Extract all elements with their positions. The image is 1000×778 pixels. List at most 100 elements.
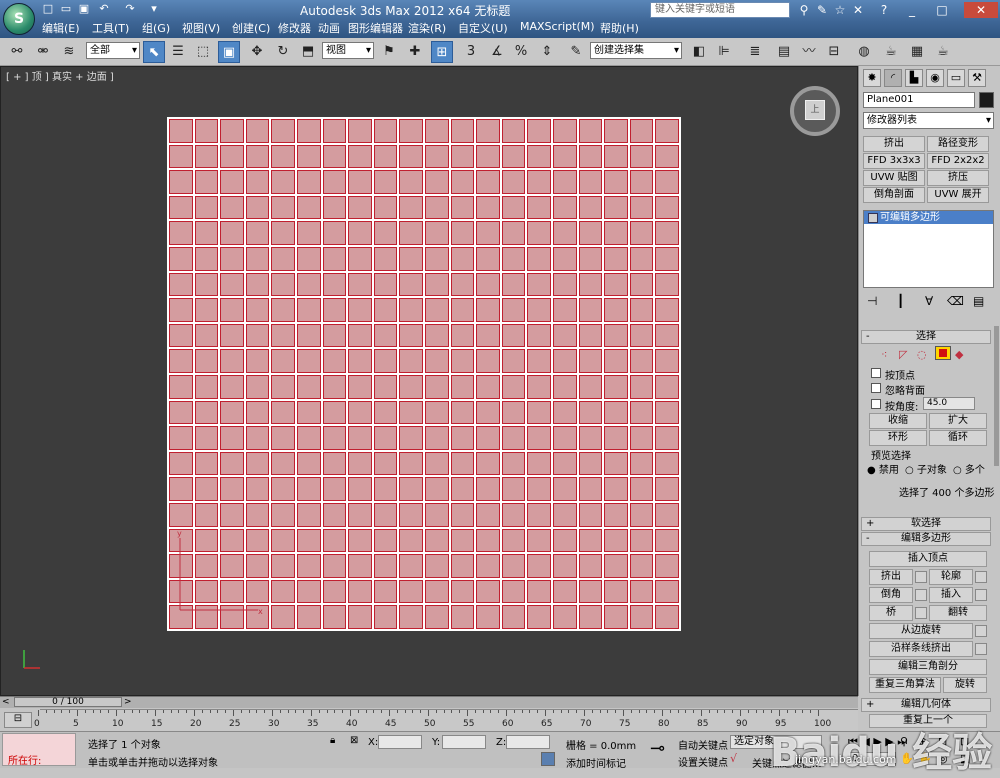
polygon-face[interactable] xyxy=(553,298,577,322)
polygon-face[interactable] xyxy=(553,144,577,169)
inset-settings-icon[interactable] xyxy=(975,589,987,601)
polygon-face[interactable] xyxy=(297,349,321,373)
polygon-face[interactable] xyxy=(297,554,321,578)
polygon-face[interactable] xyxy=(655,144,679,169)
polygon-face[interactable] xyxy=(245,503,270,527)
polygon-face[interactable] xyxy=(373,323,398,348)
polygon-face[interactable] xyxy=(629,272,654,297)
track-bar-toggle-icon[interactable]: ⊟ xyxy=(4,712,32,728)
align-icon[interactable]: ⊫ xyxy=(713,41,735,63)
polygon-face[interactable] xyxy=(501,503,526,527)
polygon-face[interactable] xyxy=(655,170,679,194)
polygon-face[interactable] xyxy=(297,272,321,297)
polygon-face[interactable] xyxy=(348,451,372,476)
polygon-face[interactable] xyxy=(194,272,219,297)
polygon-face[interactable] xyxy=(373,298,398,322)
polygon-face[interactable] xyxy=(578,349,603,373)
menu-create[interactable]: 创建(C) xyxy=(232,20,270,36)
new-file-icon[interactable]: □ xyxy=(40,2,56,16)
polygon-face[interactable] xyxy=(655,426,679,450)
polygon-face[interactable] xyxy=(373,477,398,501)
polygon-face[interactable] xyxy=(348,477,372,501)
polygon-face[interactable] xyxy=(373,554,398,578)
polygon-face[interactable] xyxy=(425,579,449,604)
polygon-face[interactable] xyxy=(476,528,500,553)
polygon-face[interactable] xyxy=(348,298,372,322)
keyboard-shortcut-toggle-icon[interactable]: ⊞ xyxy=(431,41,453,63)
polygon-face[interactable] xyxy=(245,144,270,169)
polygon-face[interactable] xyxy=(271,503,295,527)
polygon-face[interactable] xyxy=(527,272,551,297)
polygon-face[interactable] xyxy=(425,144,449,169)
retriangulate-button[interactable]: 重复三角算法 xyxy=(869,677,941,693)
polygon-face[interactable] xyxy=(527,503,551,527)
polygon-face[interactable] xyxy=(604,349,628,373)
polygon-face[interactable] xyxy=(629,195,654,220)
polygon-face[interactable] xyxy=(271,247,295,271)
polygon-face[interactable] xyxy=(297,119,321,143)
lock-selection-icon[interactable]: 🔒︎ xyxy=(330,735,335,746)
ring-button[interactable]: 环形 xyxy=(869,430,927,446)
polygon-face[interactable] xyxy=(655,323,679,348)
polygon-face[interactable] xyxy=(501,323,526,348)
polygon-face[interactable] xyxy=(322,605,347,629)
polygon-face[interactable] xyxy=(501,221,526,245)
polygon-face[interactable] xyxy=(271,477,295,501)
hierarchy-tab-icon[interactable]: ▙ xyxy=(905,69,923,87)
polygon-face[interactable] xyxy=(220,477,244,501)
polygon-face[interactable] xyxy=(425,375,449,399)
z-coord-field[interactable] xyxy=(506,735,550,749)
polygon-face[interactable] xyxy=(553,400,577,425)
polygon-face[interactable] xyxy=(553,605,577,629)
modifier-button-unwrap-uvw[interactable]: UVW 展开 xyxy=(927,187,989,203)
polygon-face[interactable] xyxy=(476,221,500,245)
polygon-face[interactable] xyxy=(527,579,551,604)
object-color-swatch[interactable] xyxy=(979,92,994,108)
polygon-face[interactable] xyxy=(450,144,475,169)
polygon-face[interactable] xyxy=(501,119,526,143)
polygon-face[interactable] xyxy=(271,144,295,169)
polygon-face[interactable] xyxy=(604,451,628,476)
polygon-face[interactable] xyxy=(476,426,500,450)
polygon-face[interactable] xyxy=(604,119,628,143)
schematic-view-icon[interactable]: ⊟ xyxy=(823,41,845,63)
polygon-face[interactable] xyxy=(527,221,551,245)
pin-stack-icon[interactable]: ⊣ xyxy=(867,294,877,308)
polygon-face[interactable] xyxy=(629,170,654,194)
time-tag-icon[interactable] xyxy=(541,752,555,766)
polygon-face[interactable] xyxy=(297,579,321,604)
polygon-face[interactable] xyxy=(553,503,577,527)
polygon-face[interactable] xyxy=(655,477,679,501)
polygon-face[interactable] xyxy=(450,503,475,527)
polygon-face[interactable] xyxy=(629,375,654,399)
polygon-face[interactable] xyxy=(553,579,577,604)
polygon-face[interactable] xyxy=(450,400,475,425)
polygon-face[interactable] xyxy=(297,477,321,501)
polygon-face[interactable] xyxy=(425,451,449,476)
polygon-face[interactable] xyxy=(604,579,628,604)
minimize-icon[interactable]: _ xyxy=(904,2,920,18)
polygon-face[interactable] xyxy=(476,477,500,501)
polygon-face[interactable] xyxy=(527,477,551,501)
polygon-face[interactable] xyxy=(399,579,423,604)
element-mode-icon[interactable]: ◆ xyxy=(955,348,963,361)
polygon-face[interactable] xyxy=(527,400,551,425)
bind-space-warp-icon[interactable]: ≋ xyxy=(58,41,80,63)
make-unique-icon[interactable]: ∀ xyxy=(925,294,933,308)
polygon-face[interactable] xyxy=(629,477,654,501)
hinge-settings-icon[interactable] xyxy=(975,625,987,637)
polygon-face[interactable] xyxy=(297,170,321,194)
polygon-face[interactable] xyxy=(297,195,321,220)
polygon-face[interactable] xyxy=(604,375,628,399)
polygon-face[interactable] xyxy=(527,195,551,220)
polygon-face[interactable] xyxy=(348,144,372,169)
polygon-face[interactable] xyxy=(578,144,603,169)
polygon-face[interactable] xyxy=(194,221,219,245)
polygon-face[interactable] xyxy=(399,323,423,348)
polygon-face[interactable] xyxy=(578,579,603,604)
angle-spinner[interactable]: 45.0 xyxy=(923,397,975,410)
polygon-face[interactable] xyxy=(271,119,295,143)
polygon-face[interactable] xyxy=(297,323,321,348)
scale-icon[interactable]: ⬒ xyxy=(297,41,319,63)
maximize-icon[interactable]: □ xyxy=(934,2,950,18)
